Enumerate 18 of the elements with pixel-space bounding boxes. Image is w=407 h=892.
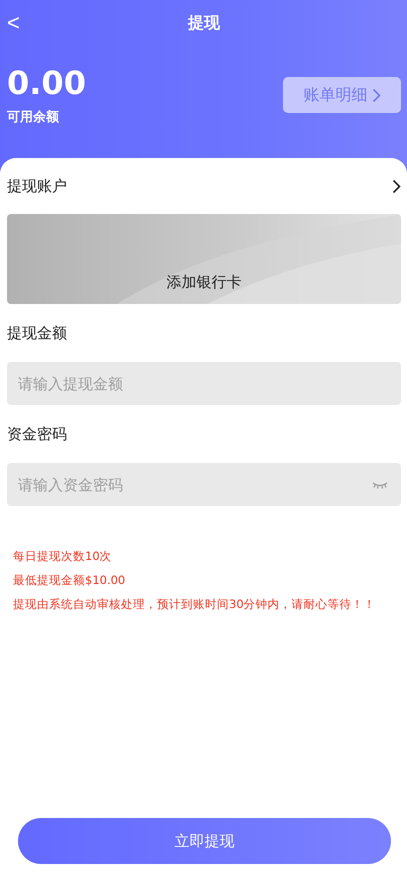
field-label: 资金密码	[7, 425, 68, 443]
chevron-right-icon	[372, 88, 380, 102]
password-field[interactable]: 请输入资金密码	[7, 463, 401, 506]
page-title: 提现	[188, 12, 220, 34]
withdraw-button[interactable]: 立即提现	[18, 818, 391, 864]
notice-text: 提现由系统自动审核处理，预计到账时间30分钟内，请耐心等待！！	[13, 596, 377, 612]
balance-amount: 0.00	[7, 64, 86, 102]
add-bank-card[interactable]: 添加银行卡	[7, 214, 401, 304]
back-button[interactable]: <	[7, 11, 20, 35]
closed-eye-icon[interactable]	[372, 481, 388, 489]
chevron-right-icon	[392, 178, 401, 194]
bill-details-button[interactable]: 账单明细	[283, 77, 401, 113]
notice-text: 每日提现次数10次	[13, 548, 113, 564]
amount-field[interactable]: 请输入提现金额	[7, 362, 401, 405]
notice-text: 最低提现金额$10.00	[13, 572, 126, 588]
account-label: 提现账户	[7, 176, 67, 196]
field-label: 提现金额	[7, 324, 68, 342]
balance-label: 可用余额	[7, 108, 60, 126]
